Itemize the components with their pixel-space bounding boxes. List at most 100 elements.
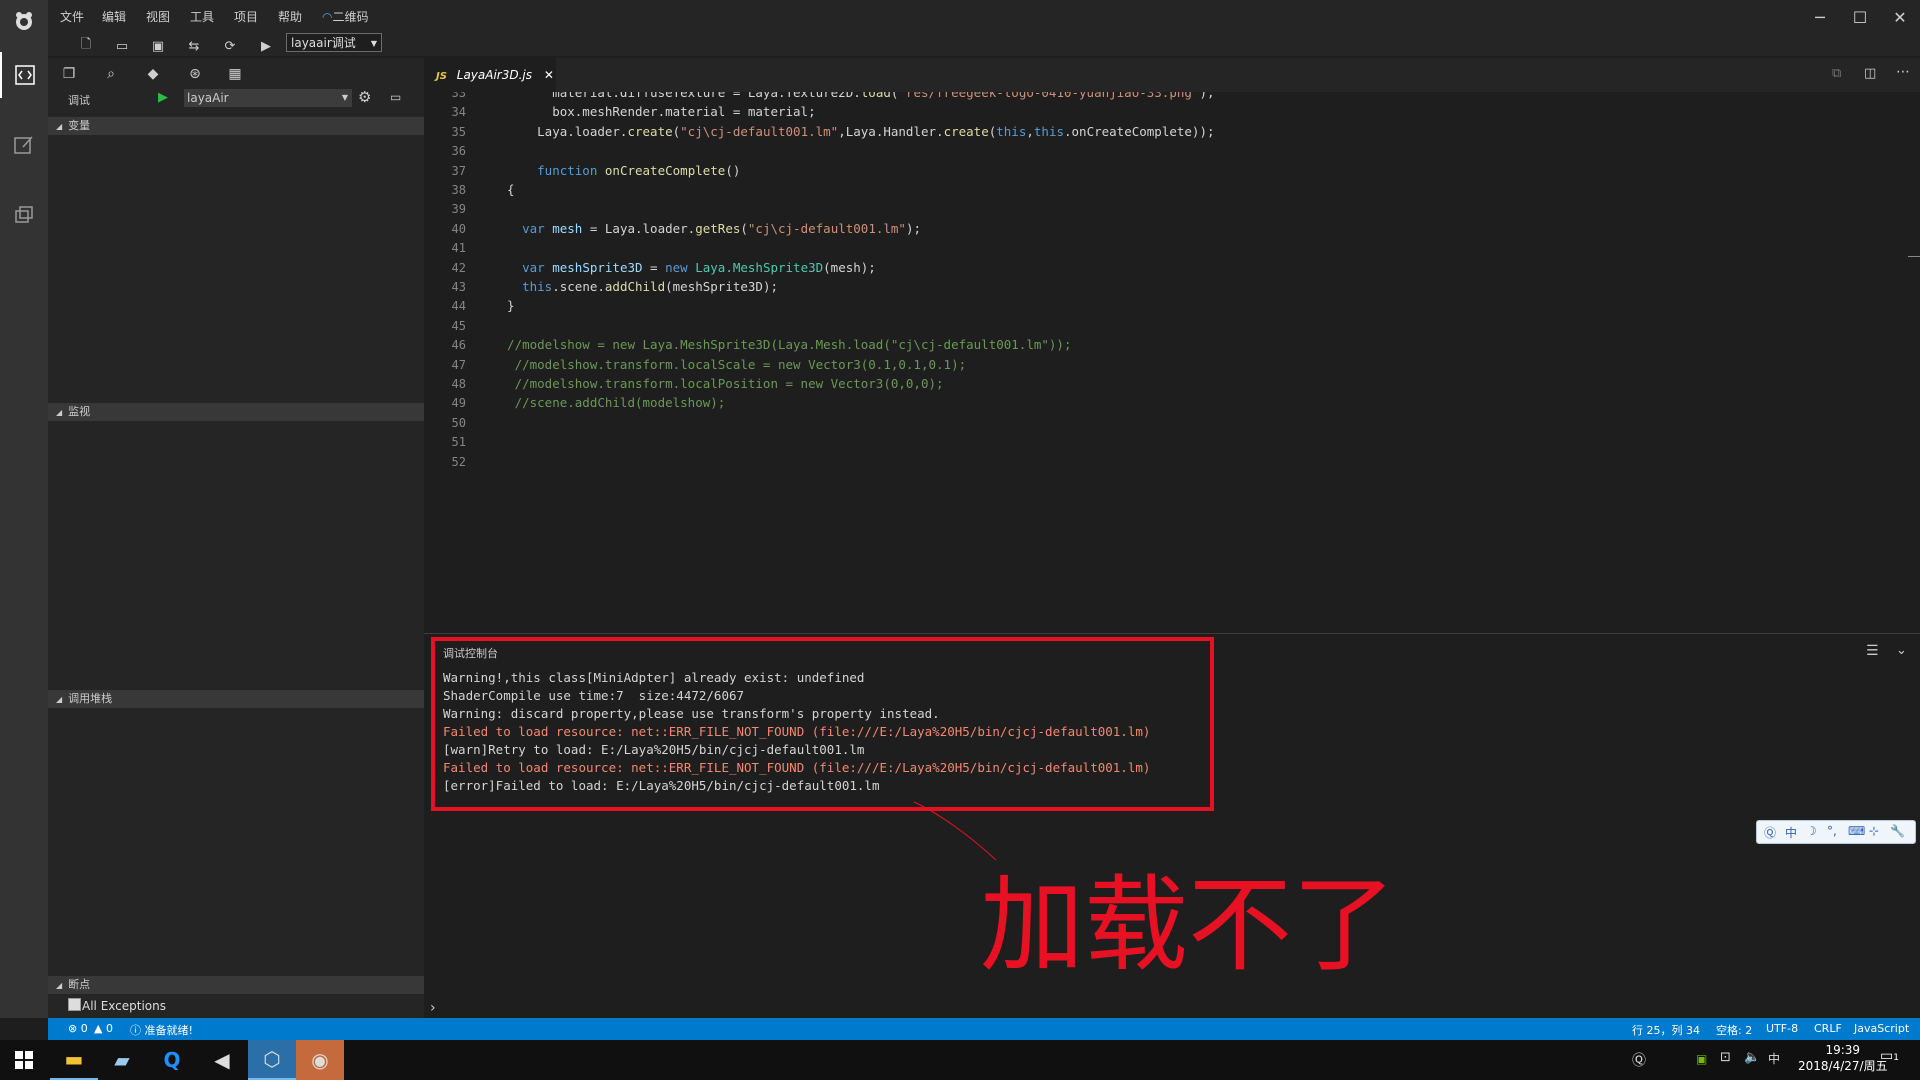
debug-config-select[interactable]: layaair调试 ▼ — [286, 33, 382, 52]
run-icon[interactable]: ▶ — [256, 36, 276, 56]
ime-logo-icon[interactable]: Ⓠ — [1764, 824, 1776, 841]
code-explorer-icon[interactable] — [0, 52, 48, 98]
tab-layaair3d-js[interactable]: JS LayaAir3D.js ✕ — [424, 58, 556, 92]
browser-icon[interactable]: Q — [148, 1040, 196, 1080]
ime-chinese-mode[interactable]: 中 — [1785, 824, 1797, 841]
publish-icon[interactable]: ⇆ — [184, 36, 204, 56]
start-debug-icon[interactable]: ▶ — [158, 90, 168, 105]
line-number: 52 — [451, 454, 466, 469]
section-watch[interactable]: ◢ 监视 — [48, 403, 424, 421]
warning-count[interactable]: ▲ 0 — [94, 1022, 113, 1035]
language-mode[interactable]: JavaScript — [1854, 1022, 1909, 1035]
cursor-position[interactable]: 行 25，列 34 — [1632, 1022, 1700, 1038]
tray-clock[interactable]: 19:39 2018/4/27/周五 — [1798, 1043, 1888, 1074]
code-line[interactable]: var mesh = Laya.loader.getRes("cj\cj-def… — [492, 221, 921, 236]
open-changes-icon[interactable]: ⧉ — [1832, 66, 1841, 81]
code-line[interactable]: //modelshow = new Laya.MeshSprite3D(Laya… — [492, 337, 1071, 352]
close-window-button[interactable]: ✕ — [1882, 6, 1918, 28]
menu-edit[interactable]: 编辑 — [102, 8, 126, 25]
ime-halfwidth-icon[interactable]: ☽ — [1806, 824, 1817, 838]
refresh-icon[interactable]: ⟳ — [220, 36, 240, 56]
git-icon[interactable]: ◆ — [142, 64, 164, 84]
console-toggle-icon[interactable]: ▭ — [390, 90, 401, 104]
notepad-icon[interactable]: ▰ — [98, 1040, 146, 1080]
line-number: 43 — [451, 280, 466, 294]
menu-tools[interactable]: 工具 — [190, 8, 214, 25]
nvidia-icon[interactable]: ▣ — [1696, 1052, 1707, 1066]
file-explorer-icon[interactable]: ▬ — [50, 1040, 98, 1080]
status-message: ⓘ 准备就绪! — [130, 1024, 193, 1037]
maximize-button[interactable]: ☐ — [1842, 6, 1878, 28]
app-tray-icon[interactable]: ◉ — [296, 1040, 344, 1080]
menu-file[interactable]: 文件 — [60, 8, 84, 25]
files-icon[interactable]: ❐ — [58, 64, 80, 84]
line-number: 35 — [451, 124, 466, 139]
windows-icon[interactable] — [0, 192, 48, 238]
clear-console-icon[interactable]: ☰ — [1866, 643, 1879, 659]
code-line[interactable]: Laya.loader.create("cj\cj-default001.lm"… — [492, 124, 1214, 139]
line-number: 45 — [451, 318, 466, 333]
debug-sidebar — [48, 58, 424, 1018]
section-call-stack[interactable]: ◢ 调用堆栈 — [48, 690, 424, 708]
search-tray-icon[interactable]: Ⓠ — [1632, 1050, 1646, 1070]
network-icon[interactable]: ⊡ — [1720, 1050, 1731, 1065]
split-editor-icon[interactable]: ◫ — [1864, 66, 1876, 81]
ime-keyboard-icon[interactable]: ⌨ — [1848, 824, 1865, 838]
debug-target-select[interactable]: layaAir ▼ — [184, 89, 352, 107]
line-ending[interactable]: CRLF — [1814, 1022, 1842, 1035]
all-exceptions-label: All Exceptions — [82, 999, 166, 1013]
volume-icon[interactable]: 🔈 — [1744, 1050, 1760, 1065]
ime-punctuation-icon[interactable]: °, — [1827, 824, 1837, 838]
code-editor[interactable]: 33 material.diffuseTexture = Laya.Textur… — [424, 92, 1920, 632]
code-line[interactable]: var meshSprite3D = new Laya.MeshSprite3D… — [492, 260, 876, 275]
line-number: 33 — [451, 92, 466, 100]
extensions-icon[interactable]: ▦ — [224, 64, 246, 84]
code-line[interactable]: } — [492, 298, 515, 313]
error-count[interactable]: ⊗ 0 — [68, 1022, 88, 1035]
section-breakpoints[interactable]: ◢ 断点 — [48, 976, 424, 994]
console-prompt[interactable]: › — [430, 1000, 436, 1016]
console-line: [warn]Retry to load: E:/Laya%20H5/bin/cj… — [443, 742, 865, 757]
annotation-arrow — [913, 801, 997, 861]
edit-icon[interactable] — [0, 122, 48, 168]
code-line[interactable]: { — [492, 182, 515, 197]
close-tab-icon[interactable]: ✕ — [544, 68, 554, 82]
code-line[interactable]: //scene.addChild(modelshow); — [492, 395, 726, 410]
windows-start-icon[interactable] — [0, 1040, 48, 1080]
code-line[interactable]: //modelshow.transform.localPosition = ne… — [492, 376, 944, 391]
open-folder-icon[interactable]: ▭ — [112, 36, 132, 56]
ime-settings-icon[interactable]: 🔧 — [1890, 824, 1905, 838]
menu-help[interactable]: 帮助 — [278, 8, 302, 25]
menu-view[interactable]: 视图 — [146, 8, 170, 25]
line-number: 48 — [451, 377, 466, 391]
js-file-icon: JS — [436, 71, 447, 82]
notification-icon[interactable]: ▭1 — [1880, 1048, 1899, 1064]
minimize-button[interactable]: ─ — [1802, 6, 1838, 28]
menu-project[interactable]: 项目 — [234, 8, 258, 25]
code-line[interactable]: function onCreateComplete() — [492, 163, 740, 178]
qr-code-button[interactable]: ◠二维码 — [322, 8, 369, 25]
save-icon[interactable]: ▣ — [148, 36, 168, 56]
more-actions-icon[interactable]: ⋯ — [1896, 64, 1910, 80]
indentation[interactable]: 空格: 2 — [1716, 1022, 1752, 1038]
error-icon: ⊗ — [68, 1022, 78, 1035]
chevron-down-icon: ▼ — [370, 39, 377, 48]
ime-skin-icon[interactable]: ⊹ — [1869, 824, 1879, 838]
code-line[interactable]: box.meshRender.material = material; — [492, 104, 815, 119]
chevron-down-icon[interactable]: ⌄ — [1896, 643, 1907, 658]
search-icon[interactable]: ⌕ — [100, 64, 122, 84]
code-line[interactable]: this.scene.addChild(meshSprite3D); — [492, 279, 778, 294]
debug-icon[interactable]: ⊛ — [184, 64, 206, 84]
new-file-icon[interactable]: 🗋 — [76, 36, 96, 56]
ime-tray-icon[interactable]: 中 — [1768, 1050, 1780, 1067]
code-line[interactable]: //modelshow.transform.localScale = new V… — [492, 357, 967, 372]
all-exceptions-checkbox[interactable] — [68, 998, 81, 1011]
console-error-line: Failed to load resource: net::ERR_FILE_N… — [443, 760, 1151, 775]
section-variables[interactable]: ◢ 变量 — [48, 117, 424, 135]
gear-icon[interactable]: ⚙ — [358, 88, 371, 106]
unity-icon[interactable]: ◀ — [198, 1040, 246, 1080]
code-line[interactable]: material.diffuseTexture = Laya.Texture2D… — [492, 92, 1214, 100]
file-encoding[interactable]: UTF-8 — [1766, 1022, 1798, 1035]
layaair-ide-icon[interactable]: ⬡ — [248, 1040, 296, 1080]
collapse-triangle-icon: ◢ — [56, 408, 63, 417]
